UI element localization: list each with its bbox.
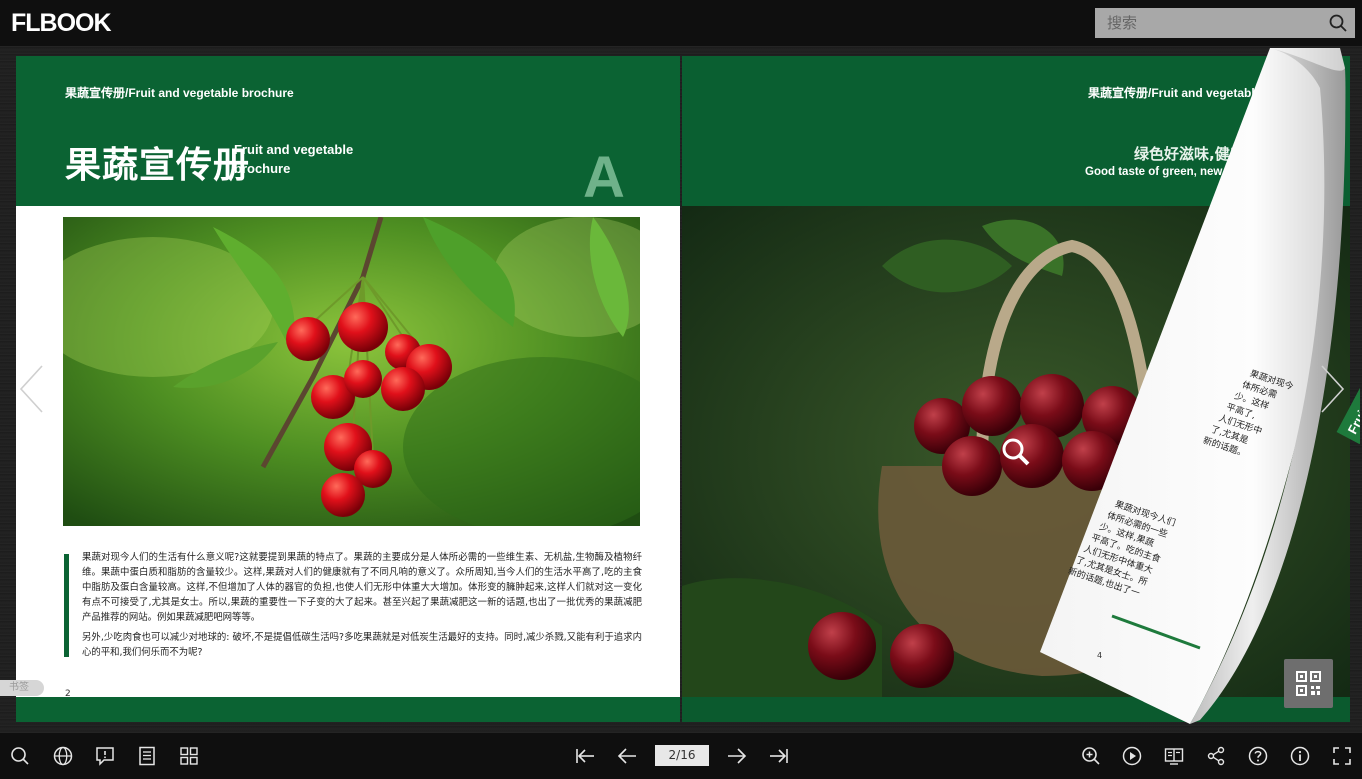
body-text: 果蔬对现今人们的生活有什么意义呢?这就要提到果蔬的特点了。果蔬的主要成分是人体所… — [82, 550, 642, 665]
fullscreen-icon[interactable] — [1332, 746, 1352, 766]
page-title-cn: 果蔬宣传册 — [65, 145, 251, 186]
previous-page-icon[interactable] — [617, 746, 637, 766]
first-page-icon[interactable] — [575, 746, 595, 766]
zoom-in-icon[interactable] — [1081, 746, 1101, 766]
search-input[interactable] — [1095, 8, 1327, 38]
comment-icon[interactable] — [95, 746, 115, 766]
bookmark-book-icon[interactable] — [1164, 746, 1184, 766]
qr-code-button[interactable] — [1284, 659, 1333, 708]
left-header-band: 果蔬宣传册/Fruit and vegetable brochure 果蔬宣传册… — [16, 56, 680, 210]
left-footer-band — [16, 697, 680, 722]
help-icon[interactable] — [1248, 746, 1268, 766]
cherry-photo — [63, 217, 640, 526]
left-page[interactable]: 果蔬宣传册/Fruit and vegetable brochure 果蔬宣传册… — [16, 56, 680, 722]
paragraph-1: 果蔬对现今人们的生活有什么意义呢?这就要提到果蔬的特点了。果蔬的主要成分是人体所… — [82, 552, 642, 623]
flbook-logo[interactable]: FLBOOK — [11, 9, 112, 37]
last-page-icon[interactable] — [769, 746, 789, 766]
page-indicator[interactable]: 2/16 — [655, 745, 709, 766]
top-bar: FLBOOK — [0, 0, 1362, 46]
text-accent-bar — [64, 554, 69, 657]
search-icon[interactable] — [10, 746, 30, 766]
table-of-contents-icon[interactable] — [137, 746, 157, 766]
qr-code-icon — [1296, 671, 1321, 696]
prev-page-arrow-icon[interactable] — [18, 364, 46, 414]
right-header-band: 果蔬宣传册/Fruit and vegetable brochure 绿色好滋味… — [682, 56, 1350, 206]
autoplay-icon[interactable] — [1122, 746, 1142, 766]
next-page-arrow-icon[interactable] — [1318, 364, 1346, 414]
paragraph-2: 另外,少吃肉食也可以减少对地球的: 破坏,不是提倡低碳生活吗?多吃果蔬就是对低炭… — [82, 632, 642, 658]
search-icon[interactable] — [1329, 14, 1347, 32]
header-small-text: 果蔬宣传册/Fruit and vegetable brochure — [65, 86, 294, 100]
globe-icon[interactable] — [53, 746, 73, 766]
next-page-icon[interactable] — [727, 746, 747, 766]
page-title-en: Fruit and vegetable brochure — [234, 142, 354, 176]
bookmark-tab[interactable]: 书签 — [0, 680, 44, 696]
share-icon[interactable] — [1206, 746, 1226, 766]
header-small-text-right: 果蔬宣传册/Fruit and vegetable brochure — [1088, 86, 1317, 100]
right-footer-band — [682, 697, 1350, 722]
thumbnails-grid-icon[interactable] — [179, 746, 199, 766]
slogan-en: Good taste of green, new power o — [1085, 166, 1270, 178]
right-page[interactable]: 果蔬宣传册/Fruit and vegetable brochure 绿色好滋味… — [682, 56, 1350, 722]
slogan-cn: 绿色好滋味,健康新 — [1134, 145, 1260, 163]
zoom-magnifier-icon[interactable] — [1001, 437, 1031, 471]
search-box — [1095, 8, 1355, 38]
section-letter: A — [583, 145, 625, 210]
info-icon[interactable] — [1290, 746, 1310, 766]
